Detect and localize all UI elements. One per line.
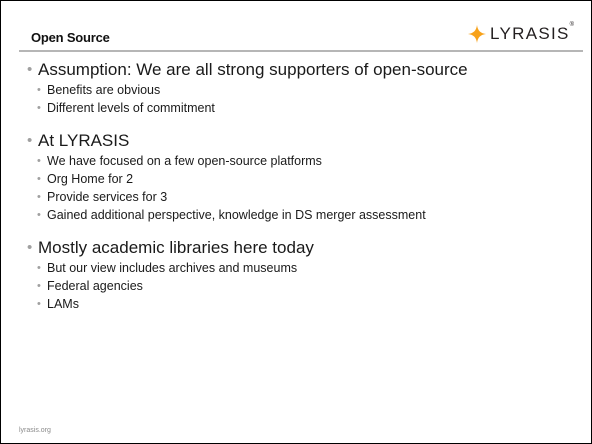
bullet-content: • Assumption: We are all strong supporter… bbox=[1, 59, 591, 326]
sub-bullet: • Provide services for 3 bbox=[37, 190, 168, 204]
bullet-heading: • At LYRASIS bbox=[27, 131, 130, 150]
bullet-dot-icon: • bbox=[37, 298, 41, 310]
star-icon bbox=[468, 25, 486, 43]
header-divider bbox=[19, 50, 583, 52]
bullet-heading: • Mostly academic libraries here today bbox=[27, 238, 314, 257]
bullet-dot-icon: • bbox=[37, 209, 41, 221]
bullet-dot-icon: • bbox=[37, 173, 41, 185]
registered-mark: ® bbox=[569, 22, 575, 28]
lyrasis-logo: LYRASIS® bbox=[468, 22, 574, 46]
sub-bullet: • Gained additional perspective, knowledg… bbox=[37, 208, 426, 222]
bullet-dot-icon: • bbox=[37, 280, 41, 292]
bullet-dot-icon: • bbox=[27, 61, 33, 78]
slide: Open Source LYRASIS® • Assumption: We are… bbox=[0, 0, 592, 444]
bullet-dot-icon: • bbox=[37, 84, 41, 96]
bullet-dot-icon: • bbox=[27, 239, 33, 256]
sub-bullet: • Benefits are obvious bbox=[37, 83, 161, 97]
bullet-dot-icon: • bbox=[37, 155, 41, 167]
footer-url: lyrasis.org bbox=[19, 427, 51, 434]
bullet-group: • Assumption: We are all strong supporter… bbox=[1, 59, 591, 117]
slide-header: Open Source LYRASIS® bbox=[1, 1, 591, 49]
bullet-dot-icon: • bbox=[27, 132, 33, 149]
sub-bullet: • Org Home for 2 bbox=[37, 172, 134, 186]
bullet-dot-icon: • bbox=[37, 262, 41, 274]
bullet-dot-icon: • bbox=[37, 102, 41, 114]
slide-title: Open Source bbox=[31, 30, 110, 45]
bullet-group: • At LYRASIS • We have focused on a few op… bbox=[1, 130, 591, 224]
bullet-heading: • Assumption: We are all strong supporter… bbox=[27, 60, 468, 79]
sub-bullet: • Different levels of commitment bbox=[37, 101, 215, 115]
sub-bullet: • LAMs bbox=[37, 297, 79, 311]
bullet-dot-icon: • bbox=[37, 191, 41, 203]
bullet-group: • Mostly academic libraries here today • B… bbox=[1, 237, 591, 313]
sub-bullet: • We have focused on a few open-source pl… bbox=[37, 154, 322, 168]
sub-bullet: • But our view includes archives and muse… bbox=[37, 261, 298, 275]
logo-wordmark: LYRASIS® bbox=[490, 22, 575, 43]
sub-bullet: • Federal agencies bbox=[37, 279, 143, 293]
